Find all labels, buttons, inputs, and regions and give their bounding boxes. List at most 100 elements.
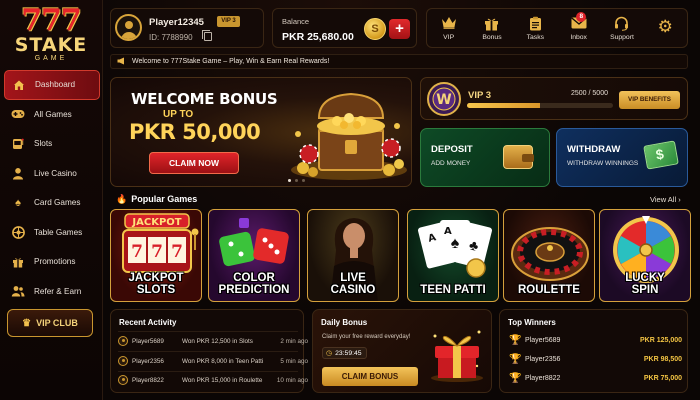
carousel-dot[interactable] xyxy=(288,179,291,182)
sidebar-item-table-games[interactable]: Table Games xyxy=(4,218,100,248)
winner-amount: PKR 75,000 xyxy=(643,374,682,382)
brand-logo[interactable]: 777 STAKE GAME xyxy=(8,6,94,64)
profile-card[interactable]: Player12345 VIP 3 ID: 7788990 xyxy=(110,8,264,48)
gift-icon xyxy=(11,255,25,269)
bonus-timer: ◷ 23:59:45 xyxy=(322,347,367,359)
treasure-chest-image xyxy=(291,92,407,180)
wallet-icon xyxy=(503,145,534,169)
topnav-tasks[interactable]: Tasks xyxy=(514,9,557,47)
carousel-dots[interactable] xyxy=(288,179,305,182)
topnav-bonus[interactable]: Bonus xyxy=(470,9,513,47)
topnav-vip[interactable]: VIP xyxy=(427,9,470,47)
banner-title: WELCOME BONUS xyxy=(131,90,278,108)
daily-bonus-title: Daily Bonus xyxy=(321,318,368,327)
game-label: ROULETTE xyxy=(518,284,580,296)
game-card-jackpot-slots[interactable]: JACKPOT 7 7 7 JACKPOT SLOTS xyxy=(110,209,202,302)
deposit-title: DEPOSIT xyxy=(431,144,473,155)
popular-games-title: Popular Games xyxy=(131,194,198,204)
view-all-link[interactable]: View All › xyxy=(650,195,681,204)
activity-action: Won PKR 15,000 in Roulette xyxy=(182,376,263,384)
balance-card: Balance PKR 25,680.00 S + xyxy=(272,8,417,48)
activity-user: Player5689 xyxy=(132,337,164,345)
withdraw-card[interactable]: WITHDRAW WITHDRAW WINNINGS xyxy=(556,128,688,187)
svg-text:7: 7 xyxy=(131,242,143,262)
withdraw-subtitle: WITHDRAW WINNINGS xyxy=(567,160,639,167)
settings-button[interactable]: ⚙ xyxy=(644,9,687,47)
sidebar-item-label: All Games xyxy=(34,109,72,119)
deposit-card[interactable]: DEPOSIT ADD MONEY xyxy=(420,128,550,187)
carousel-dot[interactable] xyxy=(295,179,298,182)
activity-time: 10 min ago xyxy=(276,376,308,384)
recent-activity-panel: Recent Activity Player5689 Won PKR 12,50… xyxy=(110,309,308,393)
trophy-icon: 🏆 xyxy=(509,334,522,346)
game-label: COLOR PREDICTION xyxy=(218,272,290,296)
announcement-bar: Welcome to 777Stake Game – Play, Win & E… xyxy=(110,54,688,69)
sidebar-item-dashboard[interactable]: Dashboard xyxy=(4,70,100,100)
claim-bonus-button[interactable]: CLAIM BONUS xyxy=(322,367,418,386)
avatar[interactable] xyxy=(115,14,142,41)
welcome-bonus-banner[interactable]: WELCOME BONUS UP TO PKR 50,000 CLAIM NOW xyxy=(110,77,412,187)
game-card-lucky-spin[interactable]: LUCKY SPIN xyxy=(599,209,691,302)
vip-level: VIP 3 xyxy=(468,90,492,101)
topnav-inbox[interactable]: 8 Inbox xyxy=(557,9,600,47)
game-card-teen-patti[interactable]: A A ♠ ♣ TEEN PATTI xyxy=(407,209,499,302)
sidebar-item-slots[interactable]: Slots xyxy=(4,129,100,159)
vip-benefits-button[interactable]: VIP BENEFITS xyxy=(619,91,680,109)
vip-badge: VIP 3 xyxy=(217,16,240,27)
vip-club-button[interactable]: ♛ VIP CLUB xyxy=(7,309,93,337)
add-funds-button[interactable]: + xyxy=(389,19,410,39)
topnav-label: Tasks xyxy=(526,33,544,41)
player-name: Player12345 xyxy=(149,17,204,28)
activity-row: Player5689 Won PKR 12,500 in Slots 2 min… xyxy=(118,332,308,350)
trophy-icon: 🏆 xyxy=(509,353,522,365)
megaphone-icon xyxy=(117,57,126,67)
winner-name: Player2356 xyxy=(525,355,561,363)
sidebar-item-label: Live Casino xyxy=(34,168,77,178)
gift-box-image xyxy=(431,330,483,382)
activity-time: 2 min ago xyxy=(280,337,308,345)
slot-machine-icon xyxy=(11,137,25,151)
spade-icon: ♠ xyxy=(15,196,21,209)
fire-icon: 🔥 xyxy=(116,194,128,204)
sidebar-item-promotions[interactable]: Promotions xyxy=(4,247,100,277)
game-card-color-prediction[interactable]: COLOR PREDICTION xyxy=(208,209,300,302)
winner-row: 🏆 Player8822 PKR 75,000 xyxy=(509,369,682,387)
svg-text:7: 7 xyxy=(171,242,183,262)
sidebar-item-refer-earn[interactable]: Refer & Earn xyxy=(4,277,100,307)
game-card-live-casino[interactable]: LIVE CASINO xyxy=(307,209,399,302)
top-nav: VIP Bonus Tasks 8 Inbox Support ⚙ xyxy=(426,8,688,48)
topnav-support[interactable]: Support xyxy=(600,9,643,47)
gear-icon: ⚙ xyxy=(657,17,673,36)
top-winners-panel: Top Winners 🏆 Player5689 PKR 125,000 🏆 P… xyxy=(499,309,688,393)
carousel-dot[interactable] xyxy=(302,179,305,182)
sidebar-item-label: Refer & Earn xyxy=(34,286,82,296)
topnav-label: Inbox xyxy=(570,33,587,41)
game-card-roulette[interactable]: ROULETTE xyxy=(503,209,595,302)
balance-label: Balance xyxy=(282,17,310,26)
sidebar-item-label: Slots xyxy=(34,139,53,149)
copy-icon[interactable] xyxy=(202,30,212,41)
activity-user: Player2356 xyxy=(132,357,164,365)
crown-icon: ♛ xyxy=(22,317,32,329)
gamepad-icon xyxy=(11,107,25,121)
topnav-label: Bonus xyxy=(482,33,502,41)
winner-name: Player5689 xyxy=(525,336,561,344)
svg-text:W: W xyxy=(436,92,451,108)
sidebar-item-all-games[interactable]: All Games xyxy=(4,100,100,130)
user-icon xyxy=(118,336,128,346)
user-icon xyxy=(118,375,128,385)
svg-text:7: 7 xyxy=(151,242,163,262)
sidebar-item-live-casino[interactable]: Live Casino xyxy=(4,159,100,189)
vip-emblem-icon: W xyxy=(427,82,461,116)
gift-icon xyxy=(484,16,499,32)
activity-action: Won PKR 8,000 in Teen Patti xyxy=(182,357,264,365)
users-icon xyxy=(11,284,25,298)
activity-action: Won PKR 12,500 in Slots xyxy=(182,337,253,345)
winner-row: 🏆 Player2356 PKR 98,500 xyxy=(509,350,682,368)
crown-icon xyxy=(441,16,457,32)
activity-row: Player8822 Won PKR 15,000 in Roulette 10… xyxy=(118,371,308,389)
activity-time: 5 min ago xyxy=(280,357,308,365)
sidebar-item-card-games[interactable]: ♠ Card Games xyxy=(4,188,100,218)
home-icon xyxy=(12,78,26,92)
claim-now-button[interactable]: CLAIM NOW xyxy=(149,152,239,174)
